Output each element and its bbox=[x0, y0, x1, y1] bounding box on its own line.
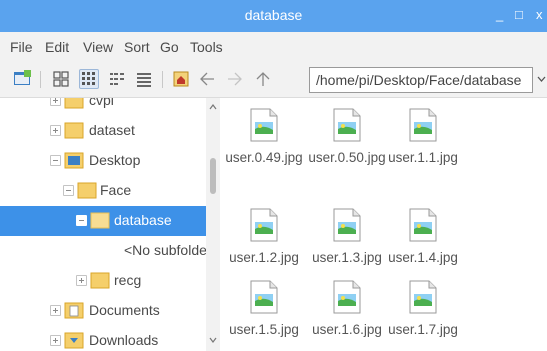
menu-view[interactable]: View bbox=[83, 39, 113, 55]
title-bar: database _ □ x bbox=[0, 0, 547, 32]
folder-icon bbox=[77, 180, 97, 203]
path-bar[interactable]: /home/pi/Desktop/Face/database bbox=[309, 67, 533, 93]
expand-toggle[interactable] bbox=[76, 275, 87, 286]
up-icon[interactable] bbox=[253, 69, 273, 89]
menu-sort[interactable]: Sort bbox=[124, 39, 150, 55]
file-item[interactable]: user.0.50.jpg bbox=[308, 104, 386, 184]
image-file-icon bbox=[250, 208, 278, 247]
expand-toggle[interactable] bbox=[50, 305, 61, 316]
maximize-button[interactable]: □ bbox=[515, 7, 523, 22]
menu-bar: File Edit View Sort Go Tools bbox=[0, 32, 547, 62]
tree-item-desktop[interactable]: Desktop bbox=[0, 146, 210, 176]
file-name: user.1.6.jpg bbox=[312, 322, 382, 337]
image-file-icon bbox=[333, 208, 361, 247]
file-name: user.1.2.jpg bbox=[229, 250, 299, 265]
file-item[interactable]: user.1.7.jpg bbox=[384, 276, 462, 351]
tree-item-recg[interactable]: recg bbox=[0, 266, 210, 296]
scroll-up-icon[interactable] bbox=[208, 102, 218, 112]
expand-toggle[interactable] bbox=[50, 98, 61, 106]
tree-item-dataset[interactable]: dataset bbox=[0, 116, 210, 146]
image-file-icon bbox=[409, 208, 437, 247]
sidebar-scrollbar[interactable] bbox=[206, 98, 220, 351]
desktop-folder-icon bbox=[64, 150, 84, 173]
menu-tools[interactable]: Tools bbox=[190, 39, 223, 55]
folder-icon bbox=[64, 98, 84, 113]
file-name: user.1.3.jpg bbox=[312, 250, 382, 265]
expand-toggle[interactable] bbox=[50, 335, 61, 346]
tree-item-label: Face bbox=[100, 182, 132, 198]
compact-view-icon[interactable] bbox=[107, 69, 127, 89]
file-name: user.1.1.jpg bbox=[388, 150, 458, 165]
file-name: user.1.7.jpg bbox=[388, 322, 458, 337]
menu-go[interactable]: Go bbox=[160, 39, 179, 55]
file-item[interactable]: user.1.5.jpg bbox=[225, 276, 303, 351]
back-icon[interactable] bbox=[197, 69, 217, 89]
file-item[interactable]: user.0.49.jpg bbox=[225, 104, 303, 184]
image-file-icon bbox=[250, 280, 278, 319]
thumbnail-view-icon[interactable] bbox=[79, 69, 99, 89]
tree-item-downloads[interactable]: Downloads bbox=[0, 326, 210, 351]
new-window-icon[interactable] bbox=[12, 69, 32, 89]
forward-icon[interactable] bbox=[225, 69, 245, 89]
file-item[interactable]: user.1.1.jpg bbox=[384, 104, 462, 184]
image-file-icon bbox=[333, 108, 361, 147]
detailed-list-icon[interactable] bbox=[134, 69, 154, 89]
menu-file[interactable]: File bbox=[10, 39, 33, 55]
scrollbar-thumb[interactable] bbox=[210, 158, 216, 194]
chevron-down-icon[interactable] bbox=[536, 69, 547, 89]
tree-item-label: database bbox=[114, 212, 172, 228]
file-view: user.0.49.jpg user.0.50.jpg user.1.1.jpg… bbox=[221, 98, 547, 351]
collapse-toggle[interactable] bbox=[63, 185, 74, 196]
folder-icon bbox=[90, 210, 110, 233]
tree-item-label: dataset bbox=[89, 122, 135, 138]
documents-folder-icon bbox=[64, 300, 84, 323]
tree-item-label: recg bbox=[114, 272, 142, 288]
expand-toggle[interactable] bbox=[50, 125, 61, 136]
menu-edit[interactable]: Edit bbox=[45, 39, 69, 55]
folder-icon bbox=[64, 120, 84, 143]
tree-item-label: cvpi bbox=[89, 98, 114, 108]
scroll-down-icon[interactable] bbox=[208, 335, 218, 345]
file-name: user.0.49.jpg bbox=[225, 150, 303, 165]
image-file-icon bbox=[409, 108, 437, 147]
icon-view-icon[interactable] bbox=[51, 69, 71, 89]
file-name: user.0.50.jpg bbox=[308, 150, 386, 165]
toolbar-separator bbox=[40, 71, 41, 88]
tree-item-label: Documents bbox=[89, 302, 160, 318]
file-name: user.1.5.jpg bbox=[229, 322, 299, 337]
tree-item-no-subfolders: <No subfolders> bbox=[0, 236, 219, 266]
file-item[interactable]: user.1.3.jpg bbox=[308, 204, 386, 284]
collapse-toggle[interactable] bbox=[50, 155, 61, 166]
downloads-folder-icon bbox=[64, 330, 84, 351]
file-item[interactable]: user.1.2.jpg bbox=[225, 204, 303, 284]
file-item[interactable]: user.1.4.jpg bbox=[384, 204, 462, 284]
tree-item-database[interactable]: database bbox=[0, 206, 210, 236]
minimize-button[interactable]: _ bbox=[496, 7, 503, 22]
tree-item-face[interactable]: Face bbox=[0, 176, 210, 206]
toolbar: /home/pi/Desktop/Face/database bbox=[0, 62, 547, 98]
image-file-icon bbox=[409, 280, 437, 319]
file-item[interactable]: user.1.6.jpg bbox=[308, 276, 386, 351]
folder-tree: cvpi dataset Desktop Face database <No s… bbox=[0, 98, 220, 351]
image-file-icon bbox=[250, 108, 278, 147]
folder-icon bbox=[90, 270, 110, 293]
tree-item-cvpi[interactable]: cvpi bbox=[0, 98, 210, 116]
tree-item-documents[interactable]: Documents bbox=[0, 296, 210, 326]
file-name: user.1.4.jpg bbox=[388, 250, 458, 265]
close-button[interactable]: x bbox=[536, 7, 543, 22]
home-icon[interactable] bbox=[171, 69, 191, 89]
tree-item-label: Downloads bbox=[89, 332, 159, 348]
toolbar-separator bbox=[162, 71, 163, 88]
image-file-icon bbox=[333, 280, 361, 319]
collapse-toggle[interactable] bbox=[76, 215, 87, 226]
window-title: database bbox=[244, 7, 303, 23]
tree-item-label: Desktop bbox=[89, 152, 141, 168]
